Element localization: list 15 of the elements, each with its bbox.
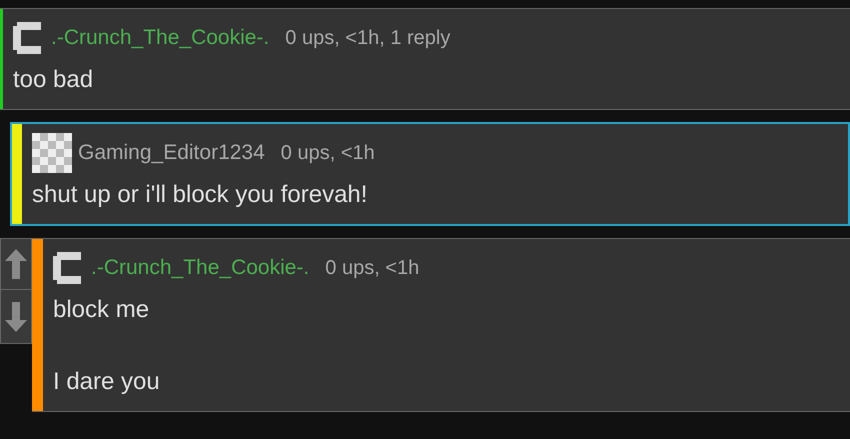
down-arrow-icon (5, 302, 27, 332)
avatar-icon (32, 133, 72, 173)
comment-text: too bad (13, 65, 94, 95)
comment-text: block me (53, 295, 150, 325)
downvote-button[interactable] (0, 290, 32, 344)
up-arrow-icon (5, 249, 27, 279)
username[interactable]: .-Crunch_The_Cookie-. (91, 252, 310, 284)
comment-text: shut up or i'll block you forevah! (32, 180, 368, 210)
comment-stats: 0 ups, <1h, 1 reply (285, 26, 450, 51)
comment-stats: 0 ups, <1h (325, 256, 420, 281)
upvote-button[interactable] (0, 238, 32, 290)
comment-text: I dare you (53, 367, 161, 397)
comment-stats: 0 ups, <1h (280, 141, 375, 166)
username[interactable]: Gaming_Editor1234 (78, 137, 265, 169)
username[interactable]: .-Crunch_The_Cookie-. (51, 22, 270, 54)
